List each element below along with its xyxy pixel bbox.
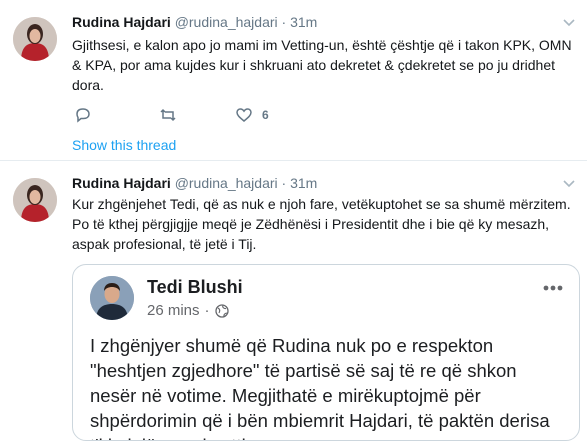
- tweet-2[interactable]: Rudina Hajdari @rudina_hajdari · 31m Kur…: [0, 161, 587, 441]
- avatar[interactable]: [13, 17, 57, 61]
- show-thread-link[interactable]: Show this thread: [72, 136, 176, 154]
- embedded-meta: 26 mins ·: [147, 302, 229, 319]
- author-name[interactable]: Rudina Hajdari: [72, 14, 171, 30]
- tweet-header: Rudina Hajdari @rudina_hajdari · 31m: [72, 173, 317, 193]
- heart-icon: [236, 108, 252, 122]
- reply-icon: [76, 108, 90, 123]
- separator-dot: ·: [281, 175, 287, 191]
- retweet-icon: [160, 108, 176, 122]
- embedded-time[interactable]: 26 mins: [147, 302, 200, 319]
- tweet-time[interactable]: 31m: [290, 14, 317, 30]
- chevron-down-icon[interactable]: [561, 14, 577, 30]
- author-name[interactable]: Rudina Hajdari: [72, 175, 171, 191]
- embedded-post-text: I zhgënjyer shumë që Rudina nuk po e res…: [90, 335, 550, 440]
- tweet-text: Kur zhgënjehet Tedi, që as nuk e njoh fa…: [72, 196, 571, 252]
- embedded-author-name[interactable]: Tedi Blushi: [147, 277, 243, 298]
- separator-dot: ·: [281, 14, 287, 30]
- retweet-button[interactable]: [159, 104, 177, 126]
- author-handle[interactable]: @rudina_hajdari: [175, 14, 278, 30]
- like-count: 6: [262, 108, 269, 122]
- tweet-header: Rudina Hajdari @rudina_hajdari · 31m: [72, 12, 317, 32]
- chevron-down-icon[interactable]: [561, 175, 577, 191]
- globe-icon: [214, 303, 229, 318]
- embedded-post-card[interactable]: Tedi Blushi 26 mins · I zhgënjyer shumë …: [72, 264, 580, 441]
- embedded-avatar[interactable]: [90, 276, 134, 320]
- like-button[interactable]: 6: [235, 104, 269, 126]
- author-handle[interactable]: @rudina_hajdari: [175, 175, 278, 191]
- avatar[interactable]: [13, 178, 57, 222]
- more-horizontal-icon[interactable]: [543, 285, 563, 291]
- reply-button[interactable]: [74, 104, 92, 126]
- tweet-1[interactable]: Rudina Hajdari @rudina_hajdari · 31m Gji…: [0, 0, 587, 161]
- tweet-actions: 6: [72, 104, 372, 126]
- tweet-text: Gjithsesi, e kalon apo jo mami im Vettin…: [72, 37, 572, 93]
- tweet-time[interactable]: 31m: [290, 175, 317, 191]
- separator-dot: ·: [204, 302, 210, 319]
